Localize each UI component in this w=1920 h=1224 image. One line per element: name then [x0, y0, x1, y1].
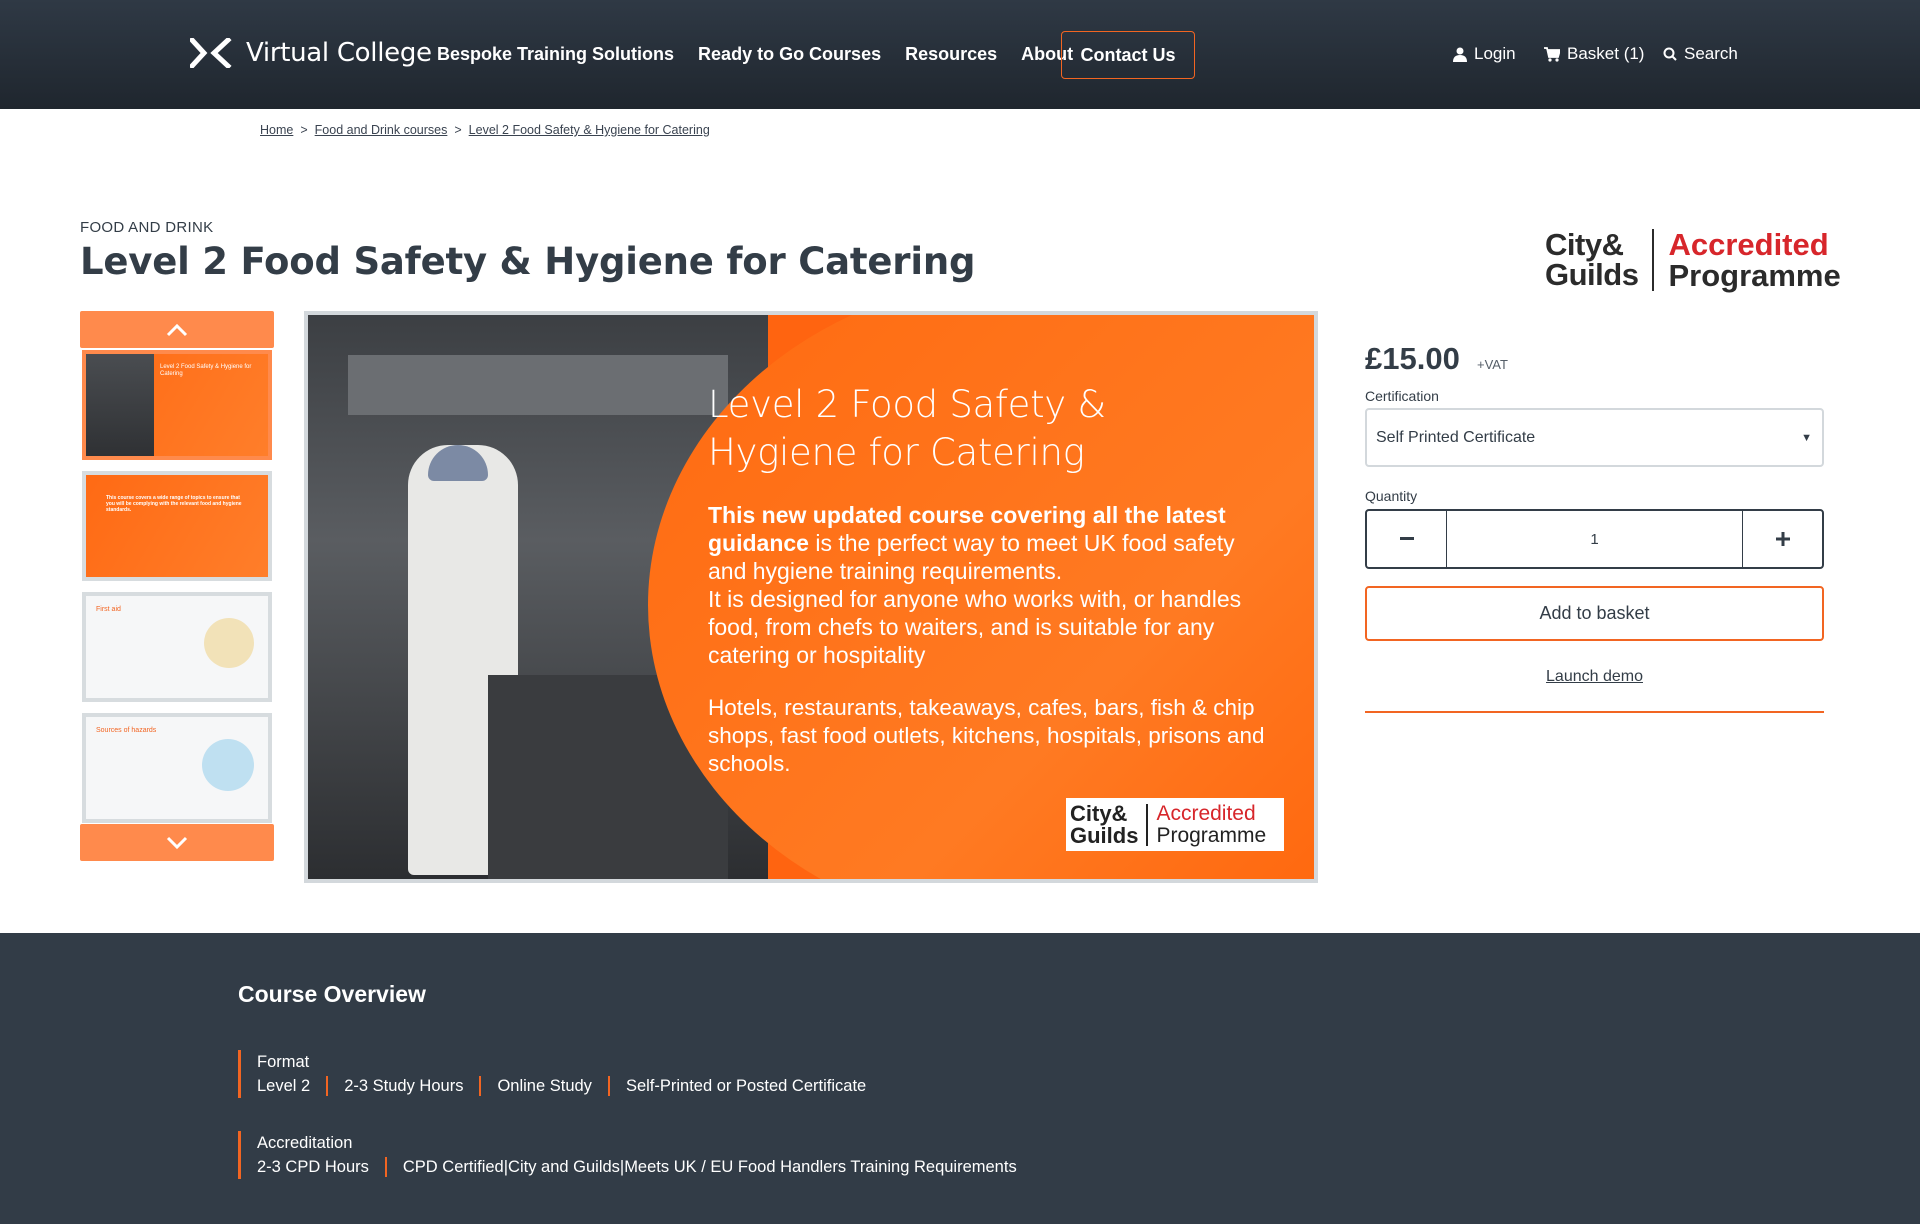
thumb-title: First aid — [96, 606, 121, 613]
thumbnail-3[interactable]: First aid — [82, 592, 272, 702]
format-item: Level 2 — [257, 1077, 311, 1095]
breadcrumb-separator: > — [454, 123, 462, 137]
cg-programme: Programme — [1668, 258, 1841, 293]
main-nav: Bespoke Training Solutions Ready to Go C… — [437, 44, 1073, 65]
certification-select[interactable]: Self Printed Certificate ▼ — [1365, 408, 1824, 467]
kitchen-photo-thumb — [86, 354, 154, 456]
login-label: Login — [1474, 44, 1516, 63]
quantity-decrease-button[interactable] — [1367, 511, 1446, 567]
site-header: Virtual College Bespoke Training Solutio… — [0, 0, 1920, 109]
cg-divider — [1652, 229, 1655, 291]
plate-illustration — [204, 618, 254, 668]
thumbnail-2[interactable]: This course covers a wide range of topic… — [82, 471, 272, 581]
price: £15.00 — [1365, 341, 1460, 376]
separator — [607, 1076, 610, 1096]
separator — [384, 1157, 387, 1177]
image-subtext: Hotels, restaurants, takeaways, cafes, b… — [708, 695, 1265, 776]
site-logo[interactable]: Virtual College — [190, 38, 432, 68]
cg-line2: Guilds — [1545, 257, 1639, 292]
cg-line1: City& — [1545, 227, 1624, 262]
separator — [479, 1076, 482, 1096]
certification-label: Certification — [1365, 388, 1439, 404]
cg-accredited: Accredited — [1668, 227, 1829, 262]
launch-demo-link[interactable]: Launch demo — [1365, 668, 1824, 686]
vat-label: +VAT — [1477, 357, 1508, 372]
breadcrumb-separator: > — [300, 123, 308, 137]
format-item: 2-3 Study Hours — [344, 1077, 464, 1095]
breadcrumb: Home > Food and Drink courses > Level 2 … — [260, 123, 710, 137]
accreditation-items: 2-3 CPD Hours CPD Certified|City and Gui… — [257, 1155, 1017, 1179]
image-body-2: It is designed for anyone who works with… — [708, 586, 1242, 668]
image-body: This new updated course covering all the… — [708, 501, 1268, 669]
product-category: FOOD AND DRINK — [80, 219, 214, 236]
thumb-title: This course covers a wide range of topic… — [106, 495, 242, 513]
chevron-down-icon — [166, 836, 188, 849]
minus-icon — [1399, 537, 1414, 540]
user-icon — [1453, 47, 1467, 62]
format-item: Self-Printed or Posted Certificate — [625, 1077, 867, 1095]
thumbnail-4[interactable]: Sources of hazards — [82, 713, 272, 823]
quantity-increase-button[interactable] — [1743, 511, 1822, 567]
quantity-input[interactable]: 1 — [1446, 511, 1743, 567]
nav-ready-to-go-courses[interactable]: Ready to Go Courses — [698, 44, 881, 65]
accreditation-item: CPD Certified|City and Guilds|Meets UK /… — [402, 1158, 1017, 1176]
separator — [326, 1076, 329, 1096]
breadcrumb-home[interactable]: Home — [260, 123, 293, 137]
course-overview-title: Course Overview — [238, 981, 426, 1007]
accreditation-group: Accreditation 2-3 CPD Hours CPD Certifie… — [238, 1131, 1017, 1179]
virtual-college-mark-icon — [190, 38, 232, 68]
page-title: Level 2 Food Safety & Hygiene for Cateri… — [80, 240, 976, 283]
search-icon — [1663, 47, 1677, 61]
thumb-title: Level 2 Food Safety & Hygiene for Cateri… — [160, 364, 252, 377]
city-and-guilds-accredited-logo: City& Guilds Accredited Programme — [1545, 229, 1841, 291]
plus-icon — [1775, 532, 1790, 546]
breadcrumb-category[interactable]: Food and Drink courses — [315, 123, 448, 137]
thumb-title: Sources of hazards — [96, 727, 157, 734]
dropdown-caret-icon: ▼ — [1801, 432, 1812, 444]
quantity-stepper: 1 — [1365, 509, 1824, 569]
chevron-up-icon — [166, 323, 188, 336]
format-items: Level 2 2-3 Study Hours Online Study Sel… — [257, 1074, 866, 1098]
search-label: Search — [1684, 44, 1738, 63]
add-to-basket-button[interactable]: Add to basket — [1365, 586, 1824, 641]
basket-icon — [1544, 46, 1560, 62]
basket-label: Basket (1) — [1567, 44, 1645, 63]
search-link[interactable]: Search — [1663, 44, 1738, 64]
logo-text: Virtual College — [246, 38, 432, 68]
thumbnails-down-button[interactable] — [80, 824, 274, 861]
contact-us-button[interactable]: Contact Us — [1061, 31, 1195, 79]
nav-bespoke-training[interactable]: Bespoke Training Solutions — [437, 44, 674, 65]
nav-resources[interactable]: Resources — [905, 44, 997, 65]
breadcrumb-current[interactable]: Level 2 Food Safety & Hygiene for Cateri… — [469, 123, 710, 137]
login-link[interactable]: Login — [1453, 44, 1516, 64]
format-heading: Format — [257, 1053, 310, 1071]
image-accreditation-badge: City& Guilds Accredited Programme — [1066, 798, 1284, 851]
accreditation-heading: Accreditation — [257, 1134, 353, 1152]
thumbnails-up-button[interactable] — [80, 311, 274, 348]
thumbnail-1[interactable]: Level 2 Food Safety & Hygiene for Cateri… — [82, 350, 272, 460]
accreditation-item: 2-3 CPD Hours — [257, 1158, 369, 1176]
basket-link[interactable]: Basket (1) — [1544, 44, 1644, 64]
format-group: Format Level 2 2-3 Study Hours Online St… — [238, 1050, 866, 1098]
purchase-divider — [1365, 711, 1824, 713]
certification-value: Self Printed Certificate — [1376, 428, 1536, 446]
image-title: Level 2 Food Safety & Hygiene for Cateri… — [708, 383, 1106, 474]
format-item: Online Study — [497, 1077, 592, 1095]
quantity-label: Quantity — [1365, 488, 1418, 504]
meat-illustration — [202, 739, 254, 791]
main-product-image: Level 2 Food Safety & Hygiene for Cateri… — [304, 311, 1318, 883]
